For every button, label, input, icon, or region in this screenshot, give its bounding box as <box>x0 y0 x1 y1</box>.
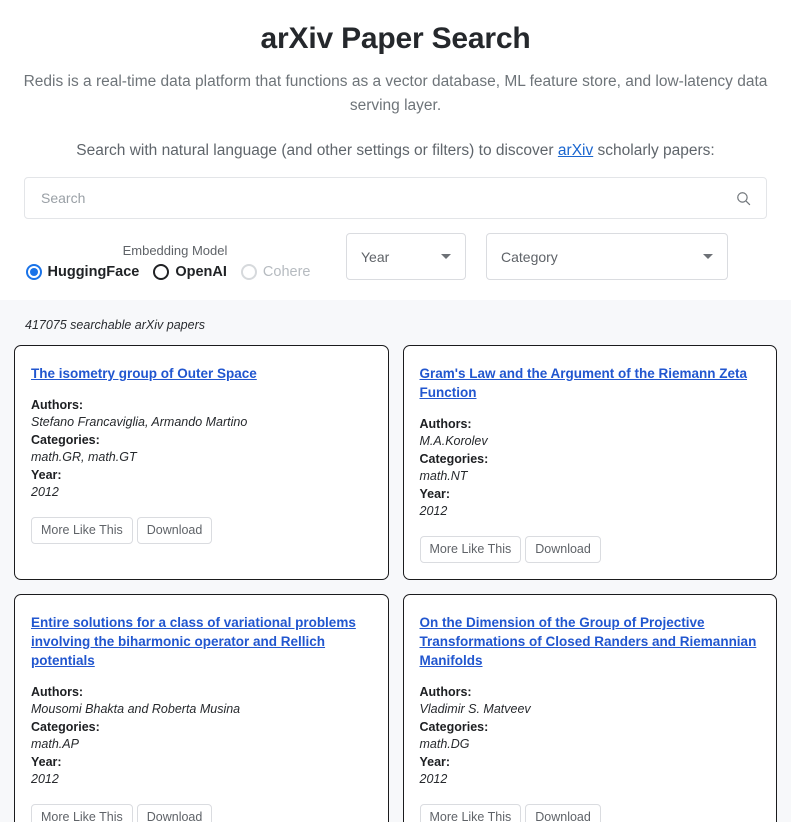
radio-indicator-openai <box>153 264 170 280</box>
more-like-this-button[interactable]: More Like This <box>419 536 522 563</box>
search-input[interactable] <box>25 178 766 218</box>
categories-label: Categories: <box>31 433 100 447</box>
card-actions: More Like This Download <box>419 804 761 822</box>
year-value: 2012 <box>31 485 59 499</box>
radio-label-huggingface: HuggingFace <box>47 264 140 280</box>
category-filter-label: Category <box>501 248 558 265</box>
more-like-this-button[interactable]: More Like This <box>419 804 522 822</box>
year-filter-select[interactable]: Year <box>346 233 466 280</box>
radio-label-cohere: Cohere <box>262 264 311 280</box>
card-actions: More Like This Download <box>419 536 761 563</box>
year-value: 2012 <box>419 772 448 786</box>
search-prompt: Search with natural language (and other … <box>10 118 781 177</box>
radio-label-openai: OpenAI <box>175 264 227 280</box>
chevron-down-icon <box>703 254 713 259</box>
embedding-model-group: Embedding Model HuggingFace OpenAI Coher… <box>24 243 326 280</box>
paper-card: The isometry group of Outer Space Author… <box>14 345 389 580</box>
categories-label: Categories: <box>419 720 489 734</box>
authors-value: Stefano Francaviglia, Armando Martino <box>31 415 248 429</box>
download-button[interactable]: Download <box>525 536 601 563</box>
card-actions: More Like This Download <box>31 517 372 544</box>
categories-value: math.AP <box>31 737 79 751</box>
page-title: arXiv Paper Search <box>260 22 531 55</box>
paper-card: Entire solutions for a class of variatio… <box>14 594 389 822</box>
categories-label: Categories: <box>31 720 100 734</box>
embedding-model-radio-group: HuggingFace OpenAI Cohere <box>24 264 326 280</box>
download-button[interactable]: Download <box>525 804 601 822</box>
category-filter-select[interactable]: Category <box>486 233 728 280</box>
radio-indicator-huggingface <box>25 264 42 280</box>
year-value: 2012 <box>419 504 448 518</box>
card-actions: More Like This Download <box>31 804 372 822</box>
categories-value: math.GR, math.GT <box>31 450 137 464</box>
authors-value: Mousomi Bhakta and Roberta Musina <box>31 702 241 716</box>
paper-title-link[interactable]: Entire solutions for a class of variatio… <box>31 613 372 670</box>
year-value: 2012 <box>31 772 59 786</box>
authors-label: Authors: <box>31 398 84 412</box>
more-like-this-button[interactable]: More Like This <box>31 517 133 544</box>
search-bar-container <box>10 177 781 219</box>
results-count: 417075 searchable arXiv papers <box>25 318 205 332</box>
page-header: arXiv Paper Search Redis is a real-time … <box>0 0 791 300</box>
year-label: Year: <box>419 487 451 501</box>
paper-card: On the Dimension of the Group of Project… <box>402 594 777 822</box>
year-filter-label: Year <box>361 248 390 265</box>
authors-value: Vladimir S. Matveev <box>419 702 531 716</box>
categories-value: math.DG <box>419 737 470 751</box>
paper-title-link[interactable]: The isometry group of Outer Space <box>31 364 372 383</box>
radio-option-cohere: Cohere <box>240 264 325 280</box>
results-section: 417075 searchable arXiv papers The isome… <box>0 300 791 822</box>
year-label: Year: <box>31 468 62 482</box>
radio-indicator-cohere <box>240 264 257 280</box>
paper-card: Gram's Law and the Argument of the Riema… <box>402 345 777 580</box>
year-label: Year: <box>31 755 62 769</box>
search-prompt-suffix: scholarly papers: <box>593 142 715 159</box>
search-icon <box>736 191 750 205</box>
year-label: Year: <box>419 755 451 769</box>
search-submit-button[interactable] <box>730 185 756 211</box>
embedding-model-label: Embedding Model <box>122 243 228 258</box>
search-box[interactable] <box>24 177 767 219</box>
radio-option-huggingface[interactable]: HuggingFace <box>25 264 154 280</box>
categories-value: math.NT <box>419 469 468 483</box>
authors-value: M.A.Korolev <box>419 434 488 448</box>
page-tagline: Redis is a real-time data platform that … <box>23 73 768 114</box>
categories-label: Categories: <box>419 452 489 466</box>
paper-title-link[interactable]: On the Dimension of the Group of Project… <box>420 613 761 670</box>
authors-label: Authors: <box>419 685 472 699</box>
download-button[interactable]: Download <box>136 804 213 822</box>
authors-label: Authors: <box>419 417 472 431</box>
download-button[interactable]: Download <box>136 517 213 544</box>
arxiv-link[interactable]: arXiv <box>558 142 593 159</box>
search-prompt-prefix: Search with natural language (and other … <box>76 142 558 159</box>
radio-option-openai[interactable]: OpenAI <box>153 264 241 280</box>
paper-title-link[interactable]: Gram's Law and the Argument of the Riema… <box>420 364 761 402</box>
more-like-this-button[interactable]: More Like This <box>31 804 133 822</box>
results-grid: The isometry group of Outer Space Author… <box>14 345 777 822</box>
chevron-down-icon <box>441 254 451 259</box>
authors-label: Authors: <box>31 685 84 699</box>
filters-row: Embedding Model HuggingFace OpenAI Coher… <box>10 219 781 300</box>
